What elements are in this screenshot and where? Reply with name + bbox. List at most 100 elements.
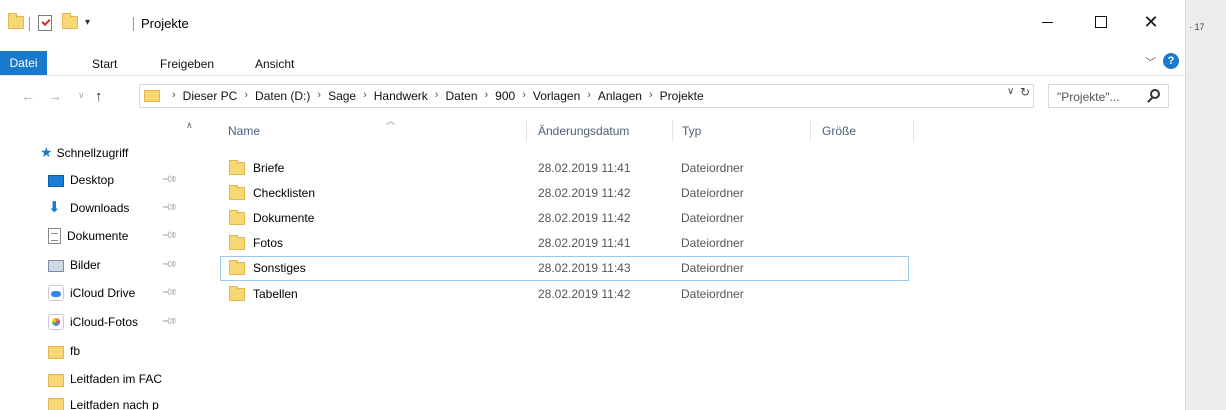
maximize-button[interactable] <box>1078 0 1124 44</box>
column-size-label: Größe <box>822 124 857 138</box>
help-icon[interactable]: ? <box>1163 53 1179 69</box>
sidebar-item-label: fb <box>70 344 81 358</box>
file-date: 28.02.2019 11:42 <box>538 211 631 225</box>
column-name-label: Name <box>228 124 261 138</box>
customize-quick-access-icon[interactable]: ▾ <box>85 17 90 28</box>
sidebar-item-label: Leitfaden im FAC <box>70 372 163 386</box>
quick-access-label: Schnellzugriff <box>56 145 129 160</box>
search-input[interactable]: "Projekte"... <box>1048 84 1169 108</box>
background-window-strip <box>1185 0 1226 410</box>
folder-icon <box>229 185 245 200</box>
minimize-button[interactable] <box>1024 0 1070 44</box>
file-type: Dateiordner <box>681 287 744 301</box>
background-window-text: · 17 <box>1189 22 1205 32</box>
chevron-right-icon[interactable]: › <box>587 89 591 103</box>
folder-icon <box>48 345 64 359</box>
tab-start[interactable]: Start <box>92 53 117 75</box>
search-icon[interactable] <box>1150 89 1160 99</box>
properties-icon[interactable] <box>38 15 52 31</box>
chevron-right-icon[interactable]: › <box>244 89 248 103</box>
table-row[interactable]: Fotos 28.02.2019 11:41 Dateiordner <box>220 231 909 256</box>
tab-datei[interactable]: Datei <box>0 51 47 75</box>
chevron-right-icon[interactable]: › <box>522 89 526 103</box>
folder-icon <box>48 398 64 410</box>
file-name: Tabellen <box>253 287 298 301</box>
chevron-right-icon[interactable]: › <box>485 89 489 103</box>
scroll-up-arrow-icon[interactable]: ∧ <box>186 120 193 131</box>
column-divider[interactable] <box>913 120 914 142</box>
sidebar-item-fb[interactable]: fb <box>48 340 193 362</box>
column-header-date[interactable]: Änderungsdatum <box>538 124 629 138</box>
table-row[interactable]: Tabellen 28.02.2019 11:42 Dateiordner <box>220 282 909 307</box>
forward-arrow-icon[interactable]: → <box>48 88 62 104</box>
file-date: 28.02.2019 11:42 <box>538 287 631 301</box>
breadcrumb-item[interactable]: 900 <box>495 89 515 103</box>
column-header-name[interactable]: Name <box>228 124 260 138</box>
tab-freigeben[interactable]: Freigeben <box>160 53 214 75</box>
window-title: Projekte <box>141 16 189 31</box>
column-header-type[interactable]: Typ <box>682 124 701 138</box>
folder-icon <box>229 235 245 250</box>
sidebar-item-label: Dokumente <box>67 229 129 243</box>
quick-access-item[interactable]: ★ Schnellzugriff <box>40 144 128 161</box>
sidebar-item-label: Leitfaden nach p <box>70 398 159 410</box>
folder-icon[interactable] <box>8 13 24 29</box>
tab-ansicht[interactable]: Ansicht <box>255 53 294 75</box>
sidebar-item-leitfaden-fac[interactable]: Leitfaden im FAC <box>48 368 193 390</box>
file-type: Dateiordner <box>681 236 744 250</box>
refresh-icon[interactable]: ↻ <box>1020 85 1030 99</box>
folder-icon <box>229 160 245 175</box>
file-type: Dateiordner <box>681 261 744 275</box>
navigation-pane: ∧ ★ Schnellzugriff Desktop 📌︎ Downloads … <box>0 114 200 410</box>
breadcrumb-item-current[interactable]: Projekte <box>660 89 704 103</box>
file-name: Briefe <box>253 161 285 175</box>
file-date: 28.02.2019 11:41 <box>538 236 631 250</box>
column-divider[interactable] <box>526 120 527 142</box>
column-header-size[interactable]: Größe <box>822 124 856 138</box>
sidebar-item-leitfaden-nach[interactable]: Leitfaden nach p <box>48 396 193 410</box>
back-arrow-icon[interactable]: ← <box>21 88 35 104</box>
table-row[interactable]: Dokumente 28.02.2019 11:42 Dateiordner <box>220 206 909 231</box>
breadcrumb-item[interactable]: Sage <box>328 89 356 103</box>
address-row: ← → ∨ ↑ › Dieser PC › Daten (D:) › Sage … <box>0 80 1185 114</box>
new-folder-icon[interactable] <box>62 13 78 29</box>
column-divider[interactable] <box>672 120 673 142</box>
ribbon-tabs: Datei Start Freigeben Ansicht ﹀ ? <box>0 50 1185 76</box>
sidebar-item-label: Downloads <box>70 201 130 215</box>
sidebar-item-label: Bilder <box>70 258 101 272</box>
icloud-photos-icon <box>48 314 64 330</box>
column-divider[interactable] <box>810 120 811 142</box>
recent-locations-icon[interactable]: ∨ <box>78 90 85 101</box>
address-history-dropdown-icon[interactable]: ∨ <box>1007 86 1014 97</box>
file-date: 28.02.2019 11:43 <box>538 261 631 275</box>
up-arrow-icon[interactable]: ↑ <box>95 88 103 105</box>
folder-icon <box>144 90 160 102</box>
chevron-right-icon[interactable]: › <box>317 89 321 103</box>
chevron-right-icon[interactable]: › <box>649 89 653 103</box>
sort-ascending-icon: ︿ <box>386 116 396 126</box>
close-button[interactable]: ✕ <box>1128 0 1174 44</box>
breadcrumb-item[interactable]: Vorlagen <box>533 89 580 103</box>
breadcrumb-item[interactable]: Daten (D:) <box>255 89 310 103</box>
expand-ribbon-icon[interactable]: ﹀ <box>1145 54 1156 70</box>
file-name: Dokumente <box>253 211 315 225</box>
table-row[interactable]: Briefe 28.02.2019 11:41 Dateiordner <box>220 156 909 181</box>
folder-icon <box>229 210 245 225</box>
breadcrumb-item[interactable]: Daten <box>445 89 477 103</box>
table-row[interactable]: Checklisten 28.02.2019 11:42 Dateiordner <box>220 181 909 206</box>
breadcrumb-item[interactable]: Dieser PC <box>183 89 238 103</box>
folder-icon <box>229 260 245 275</box>
breadcrumb-item[interactable]: Anlagen <box>598 89 642 103</box>
folder-icon <box>229 286 245 301</box>
folder-icon <box>48 373 64 387</box>
desktop-icon <box>48 175 64 187</box>
address-bar[interactable]: › Dieser PC › Daten (D:) › Sage › Handwe… <box>139 84 1034 108</box>
chevron-right-icon[interactable]: › <box>172 89 176 103</box>
file-date: 28.02.2019 11:42 <box>538 186 631 200</box>
download-icon <box>48 198 64 216</box>
breadcrumb-item[interactable]: Handwerk <box>374 89 428 103</box>
table-row-selected[interactable]: Sonstiges 28.02.2019 11:43 Dateiordner <box>220 256 909 281</box>
chevron-right-icon[interactable]: › <box>435 89 439 103</box>
chevron-right-icon[interactable]: › <box>363 89 367 103</box>
column-type-label: Typ <box>682 124 702 138</box>
